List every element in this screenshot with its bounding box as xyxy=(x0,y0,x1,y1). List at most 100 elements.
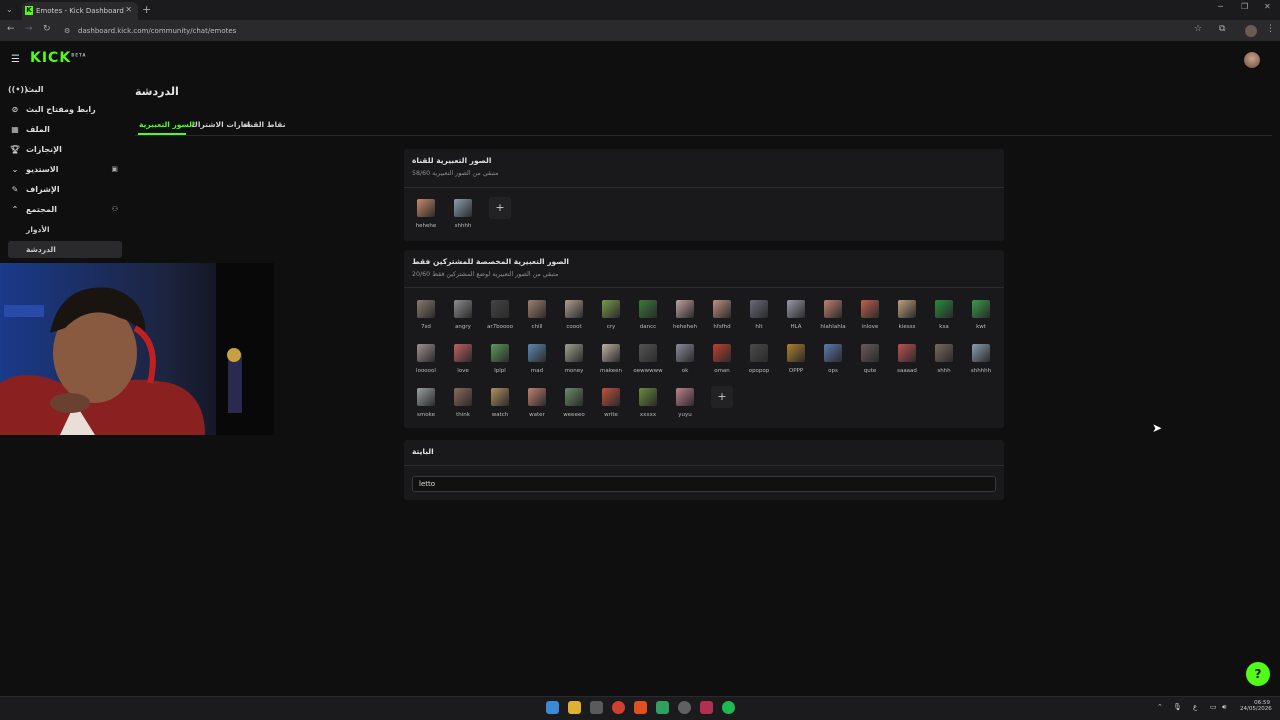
emote-item[interactable]: cooot xyxy=(556,300,592,330)
emote-item[interactable]: money xyxy=(556,344,592,374)
emote-item[interactable]: watch xyxy=(482,388,518,418)
add-emote-button[interactable]: + xyxy=(711,386,733,408)
emote-item[interactable]: water xyxy=(519,388,555,418)
emote-item[interactable]: smoke xyxy=(408,388,444,418)
emote-name: love xyxy=(457,368,469,374)
brave-icon[interactable] xyxy=(634,701,647,714)
site-info-icon[interactable]: ⚙ xyxy=(64,24,70,38)
user-avatar[interactable] xyxy=(1244,52,1260,68)
emote-item[interactable]: OPPP xyxy=(778,344,814,374)
browser-tab[interactable]: K Emotes - Kick Dashboard ✕ xyxy=(22,2,138,20)
sidebar-item-chat[interactable]: الدردشة xyxy=(26,245,56,254)
emote-item[interactable]: cry xyxy=(593,300,629,330)
live-icon: ((•)) xyxy=(8,84,28,94)
profile-icon[interactable] xyxy=(1245,25,1257,37)
browser-menu-icon[interactable]: ⋮ xyxy=(1266,24,1275,34)
emote-item[interactable]: shhhhh xyxy=(963,344,999,374)
emote-item[interactable]: shhhh xyxy=(445,199,481,229)
back-icon[interactable]: ← xyxy=(7,24,15,34)
emote-item[interactable]: hlt xyxy=(741,300,777,330)
add-emote-button[interactable]: + xyxy=(489,197,511,219)
forward-icon[interactable]: → xyxy=(25,24,33,34)
emote-item[interactable]: opopop xyxy=(741,344,777,374)
emote-item[interactable]: write xyxy=(593,388,629,418)
sidebar-item-stream-key[interactable]: ⊘ رابط ومفتاح البث xyxy=(8,101,122,117)
start-icon[interactable] xyxy=(546,701,559,714)
sidebar-item-live[interactable]: ((•)) البث xyxy=(8,81,122,97)
bookmark-star-icon[interactable]: ☆ xyxy=(1194,24,1202,34)
sidebar-item-files[interactable]: ▦ الملف xyxy=(8,121,122,137)
spotify-icon[interactable] xyxy=(722,701,735,714)
emote-item[interactable]: ksa xyxy=(926,300,962,330)
store-icon[interactable] xyxy=(590,701,603,714)
sidebar-item-achievements[interactable]: 🏆︎ الإنجازات xyxy=(8,141,122,157)
sidebar-item-roles[interactable]: الأدوار xyxy=(26,225,50,234)
clock[interactable]: 06:59 24/05/2026 xyxy=(1240,700,1272,712)
emote-item[interactable]: loooool xyxy=(408,344,444,374)
channel-emotes-grid: hehehe shhhh + xyxy=(408,197,998,235)
emote-item[interactable]: qute xyxy=(852,344,888,374)
close-window-icon[interactable]: ✕ xyxy=(1264,2,1271,11)
tab-sub-badges[interactable]: شارات الاشتراك xyxy=(191,120,251,129)
emote-item[interactable]: ok xyxy=(667,344,703,374)
emote-item[interactable]: chill xyxy=(519,300,555,330)
tab-menu-icon[interactable]: ⌄ xyxy=(6,5,13,14)
emote-item[interactable]: hehehe xyxy=(408,199,444,229)
mic-icon[interactable]: 🎙︎ xyxy=(1173,703,1182,711)
reload-icon[interactable]: ↻ xyxy=(43,24,51,34)
emote-item[interactable]: weeeeo xyxy=(556,388,592,418)
hamburger-menu-icon[interactable]: ☰ xyxy=(11,54,20,65)
settings-icon[interactable] xyxy=(678,701,691,714)
emote-item[interactable]: ops xyxy=(815,344,851,374)
emote-item[interactable]: hfsfhd xyxy=(704,300,740,330)
sidebar-item-studio[interactable]: ⌄ الاستديو ▣ xyxy=(8,161,122,177)
sidebar-item-community[interactable]: ⌃ المجتمع ⚇ xyxy=(8,201,122,217)
app-icon[interactable] xyxy=(656,701,669,714)
emote-item[interactable]: HLA xyxy=(778,300,814,330)
emote-item[interactable]: lplpl xyxy=(482,344,518,374)
volume-icon[interactable]: 🔊︎ xyxy=(1222,703,1226,712)
restore-icon[interactable]: ❐ xyxy=(1241,2,1248,11)
emote-item[interactable]: makeen xyxy=(593,344,629,374)
blocked-words-input[interactable]: letto xyxy=(412,476,996,492)
emote-item[interactable]: kiesss xyxy=(889,300,925,330)
emote-item[interactable]: oman xyxy=(704,344,740,374)
emote-item[interactable]: hlahlahla xyxy=(815,300,851,330)
emote-item[interactable]: dancc xyxy=(630,300,666,330)
emote-item[interactable]: 7sd xyxy=(408,300,444,330)
emote-item[interactable]: angry xyxy=(445,300,481,330)
emote-item[interactable]: kwt xyxy=(963,300,999,330)
close-tab-icon[interactable]: ✕ xyxy=(125,5,132,14)
emote-item[interactable]: shhh xyxy=(926,344,962,374)
tab-channel-points[interactable]: نقاط القناة xyxy=(243,120,286,129)
emote-item[interactable]: ar7boooo xyxy=(482,300,518,330)
emote-item[interactable]: inlove xyxy=(852,300,888,330)
kick-logo[interactable]: KICKBETA xyxy=(30,50,86,66)
network-icon[interactable]: ▭ xyxy=(1210,703,1217,711)
emote-item[interactable]: yuyu xyxy=(667,388,703,418)
chrome-icon[interactable] xyxy=(612,701,625,714)
emote-image xyxy=(565,300,583,318)
channel-emotes-title: الصور التعبيرية للقناة xyxy=(412,156,492,165)
emote-item[interactable]: think xyxy=(445,388,481,418)
emote-item[interactable]: xxxxx xyxy=(630,388,666,418)
emote-name: inlove xyxy=(861,324,879,330)
extensions-icon[interactable]: ⧉ xyxy=(1219,24,1225,34)
app-icon-2[interactable] xyxy=(700,701,713,714)
emote-item[interactable]: love xyxy=(445,344,481,374)
emote-item[interactable]: oewwwww xyxy=(630,344,666,374)
file-explorer-icon[interactable] xyxy=(568,701,581,714)
language-indicator[interactable]: ع xyxy=(1193,703,1197,711)
sidebar-item-moderation[interactable]: ✎ الإشراف xyxy=(8,181,122,197)
emote-item[interactable]: mad xyxy=(519,344,555,374)
help-chat-button[interactable]: ? xyxy=(1246,662,1270,686)
emote-item[interactable]: heheheh xyxy=(667,300,703,330)
minimize-icon[interactable]: ─ xyxy=(1218,2,1223,11)
emote-name: angry xyxy=(455,324,471,330)
new-tab-icon[interactable]: + xyxy=(142,3,151,16)
emote-name: ar7boooo xyxy=(486,324,514,330)
tab-emotes[interactable]: السور التعبيرية xyxy=(139,120,195,129)
tray-chevron-icon[interactable]: ⌃ xyxy=(1157,703,1163,711)
emote-item[interactable]: saaaad xyxy=(889,344,925,374)
url-input[interactable]: ⚙ dashboard.kick.com/community/chat/emot… xyxy=(60,24,1210,38)
